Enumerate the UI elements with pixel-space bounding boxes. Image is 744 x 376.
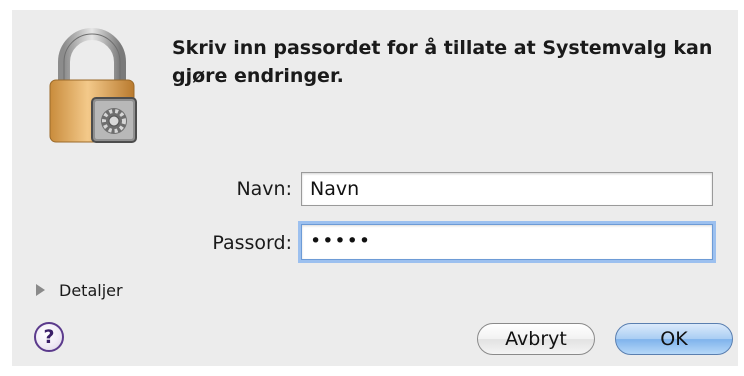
password-field[interactable]: •••••: [301, 224, 713, 260]
authentication-dialog: Skriv inn passordet for å tillate at Sys…: [12, 10, 738, 366]
name-field[interactable]: Navn: [301, 172, 713, 206]
dialog-prompt: Skriv inn passordet for å tillate at Sys…: [172, 37, 713, 87]
password-label: Passord:: [212, 232, 292, 254]
name-label: Navn:: [236, 178, 292, 200]
disclosure-triangle-icon: [36, 284, 45, 296]
details-disclosure[interactable]: Detaljer: [36, 278, 123, 302]
ok-button[interactable]: OK: [615, 323, 733, 355]
cancel-button[interactable]: Avbryt: [477, 323, 595, 355]
system-preferences-icon: [91, 97, 137, 143]
help-button[interactable]: ?: [34, 322, 64, 352]
details-label: Detaljer: [59, 280, 123, 300]
